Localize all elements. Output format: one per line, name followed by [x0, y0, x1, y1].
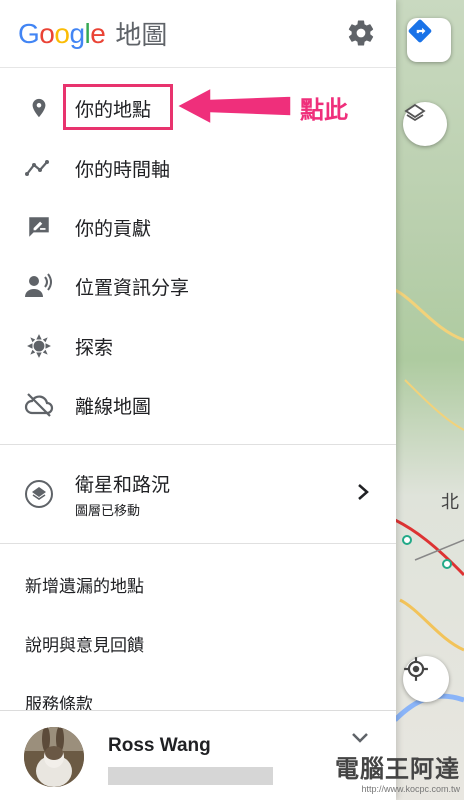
- my-location-button[interactable]: [403, 656, 449, 702]
- satellite-title: 衛星和路況: [75, 475, 171, 496]
- watermark: 電腦王阿達 http://www.kocpc.com.tw: [335, 749, 460, 794]
- help-feedback-link[interactable]: 說明與意見回饋: [25, 631, 144, 656]
- menu-item-location-sharing[interactable]: 位置資訊分享: [0, 258, 396, 314]
- avatar: [24, 727, 84, 787]
- chevron-down-icon[interactable]: [350, 731, 370, 745]
- watermark-url: http://www.kocpc.com.tw: [361, 784, 460, 794]
- logo-letter: o: [39, 17, 55, 49]
- offline-cloud-icon: [24, 390, 54, 420]
- layers-icon: [404, 103, 426, 122]
- menu-item-timeline[interactable]: 你的時間軸: [0, 140, 396, 196]
- location-sharing-icon: [24, 271, 54, 301]
- logo-letter: G: [18, 17, 40, 49]
- divider: [0, 444, 396, 445]
- explore-icon: [24, 331, 54, 361]
- menu-item-contributions[interactable]: 你的貢獻: [0, 199, 396, 255]
- drawer-header: Google 地圖: [0, 0, 396, 68]
- location-pin-icon: [24, 93, 54, 123]
- menu-item-satellite-traffic[interactable]: [0, 455, 396, 533]
- chevron-right-icon: [358, 484, 369, 500]
- settings-gear-icon[interactable]: [346, 18, 376, 48]
- menu-item-explore[interactable]: 探索: [0, 318, 396, 374]
- timeline-icon: [24, 153, 54, 183]
- my-location-icon: [404, 657, 428, 681]
- maps-title: 地圖: [115, 20, 168, 50]
- account-name: Ross Wang: [108, 735, 211, 756]
- menu-item-label: 位置資訊分享: [75, 277, 190, 299]
- watermark-text: 電腦王阿達: [335, 756, 460, 783]
- contribution-icon: [24, 212, 54, 242]
- logo-letter: e: [90, 17, 106, 49]
- satellite-subtitle: 圖層已移動: [75, 503, 141, 518]
- add-missing-place-link[interactable]: 新增遺漏的地點: [25, 572, 144, 597]
- menu-item-label: 探索: [75, 337, 114, 359]
- logo-letter: o: [54, 17, 70, 49]
- annotation-highlight-box: [63, 84, 173, 130]
- annotation-arrow-icon: [175, 86, 292, 126]
- layers-icon: [24, 479, 54, 509]
- menu-item-label: 離線地圖: [75, 396, 152, 418]
- account-email-redacted: [108, 767, 273, 785]
- google-logo: Google: [18, 17, 106, 50]
- map-view[interactable]: 北: [395, 0, 464, 800]
- directions-button[interactable]: [407, 18, 451, 62]
- logo-letter: g: [69, 17, 85, 49]
- menu-item-label: 你的貢獻: [75, 218, 152, 240]
- divider: [0, 543, 396, 544]
- directions-icon: [408, 19, 432, 43]
- layers-button[interactable]: [403, 102, 447, 146]
- map-place-label: 北: [441, 492, 459, 512]
- menu-item-label: 你的時間軸: [75, 159, 171, 181]
- menu-item-offline-maps[interactable]: 離線地圖: [0, 377, 396, 433]
- annotation-text: 點此: [300, 97, 348, 124]
